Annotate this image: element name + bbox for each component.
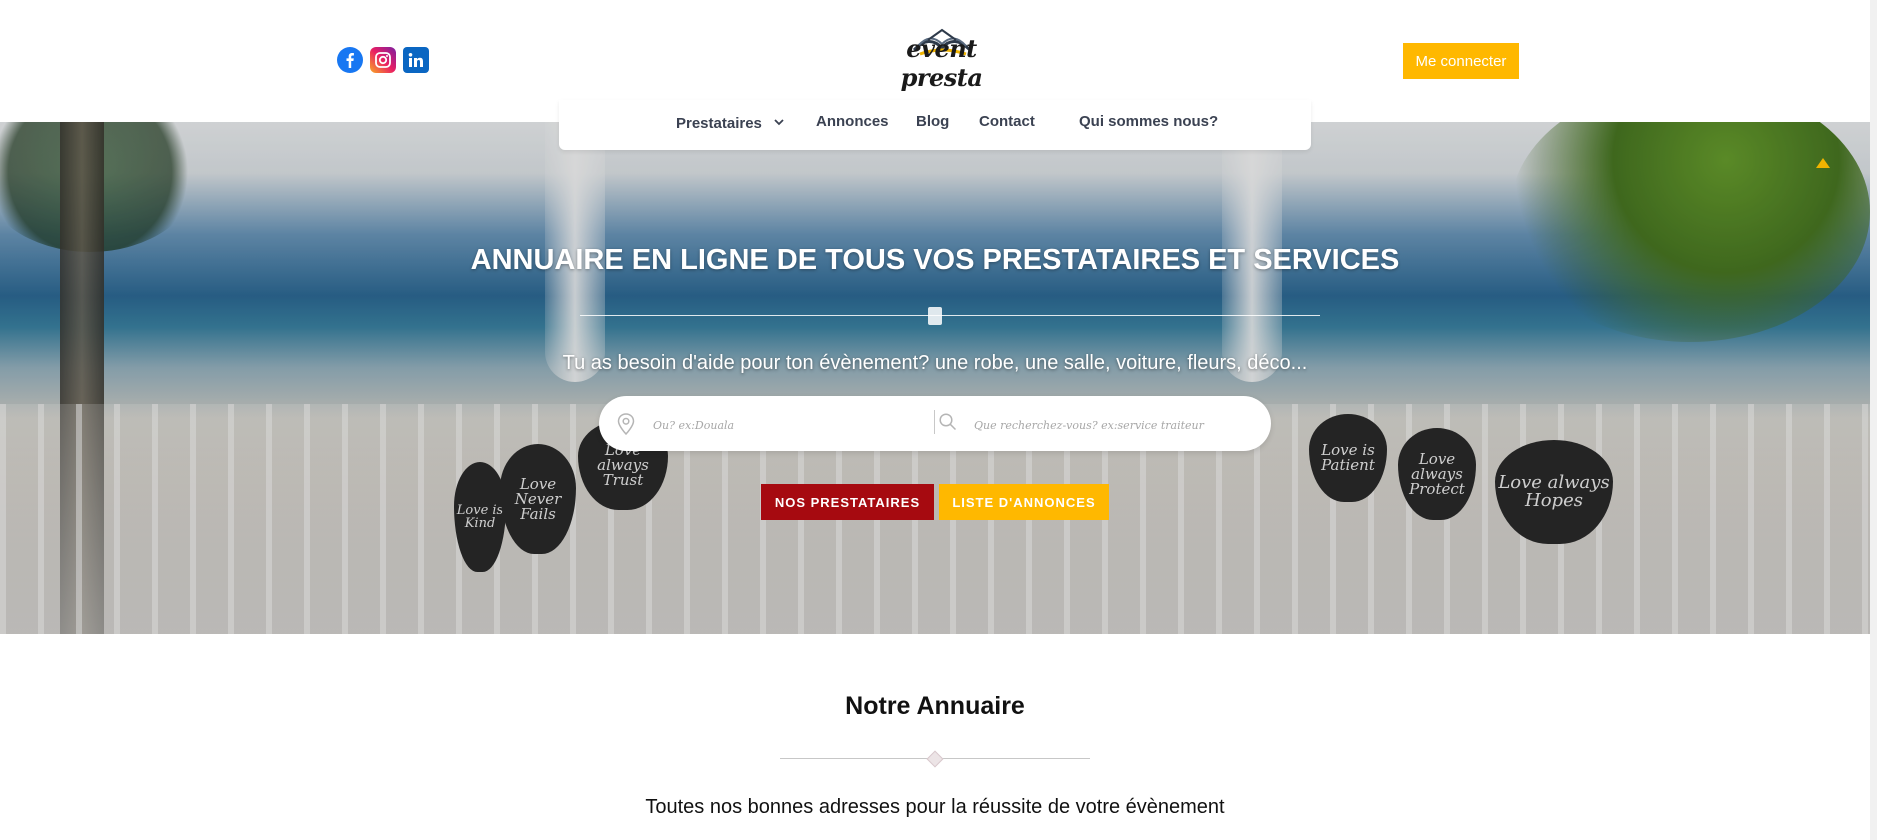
divider-ornament-icon — [926, 750, 944, 768]
chevron-down-icon — [774, 113, 784, 130]
search-input[interactable] — [972, 410, 1256, 440]
section-title: Notre Annuaire — [845, 692, 1025, 720]
prestataires-button[interactable]: NOS PRESTATAIRES — [761, 484, 934, 520]
hero-divider — [580, 315, 1320, 316]
instagram-icon[interactable] — [370, 47, 396, 73]
nav-item-contact[interactable]: Contact — [979, 113, 1035, 130]
page-scrollbar[interactable] — [1870, 0, 1877, 840]
login-button[interactable]: Me connecter — [1403, 43, 1519, 79]
site-logo[interactable]: event presta — [884, 26, 999, 92]
divider-ornament-icon — [928, 307, 942, 325]
nav-item-annonces[interactable]: Annonces — [816, 113, 889, 130]
section-subtitle: Toutes nos bonnes adresses pour la réuss… — [645, 796, 1225, 818]
hero-overlay — [0, 122, 1870, 634]
annonces-button[interactable]: LISTE D'ANNONCES — [939, 484, 1109, 520]
scroll-top-icon[interactable] — [1816, 158, 1830, 168]
facebook-icon[interactable] — [337, 47, 363, 73]
location-input[interactable] — [651, 410, 925, 440]
nav-item-blog[interactable]: Blog — [916, 113, 949, 130]
nav-item-prestataires[interactable]: Prestataires — [676, 113, 784, 132]
hero-banner: Love is Kind Love Never Fails Love alway… — [0, 122, 1870, 634]
search-icon — [938, 412, 958, 432]
hero-subtitle: Tu as besoin d'aide pour ton évènement? … — [562, 352, 1308, 374]
logo-text: event presta — [900, 34, 983, 92]
linkedin-icon[interactable] — [403, 47, 429, 73]
hero-title: ANNUAIRE EN LIGNE DE TOUS VOS PRESTATAIR… — [470, 244, 1400, 276]
nav-item-qui-sommes-nous[interactable]: Qui sommes nous? — [1079, 113, 1218, 130]
social-links — [337, 47, 429, 73]
location-pin-icon — [616, 413, 636, 436]
search-separator — [934, 410, 935, 434]
nav-item-label: Prestataires — [676, 115, 762, 132]
